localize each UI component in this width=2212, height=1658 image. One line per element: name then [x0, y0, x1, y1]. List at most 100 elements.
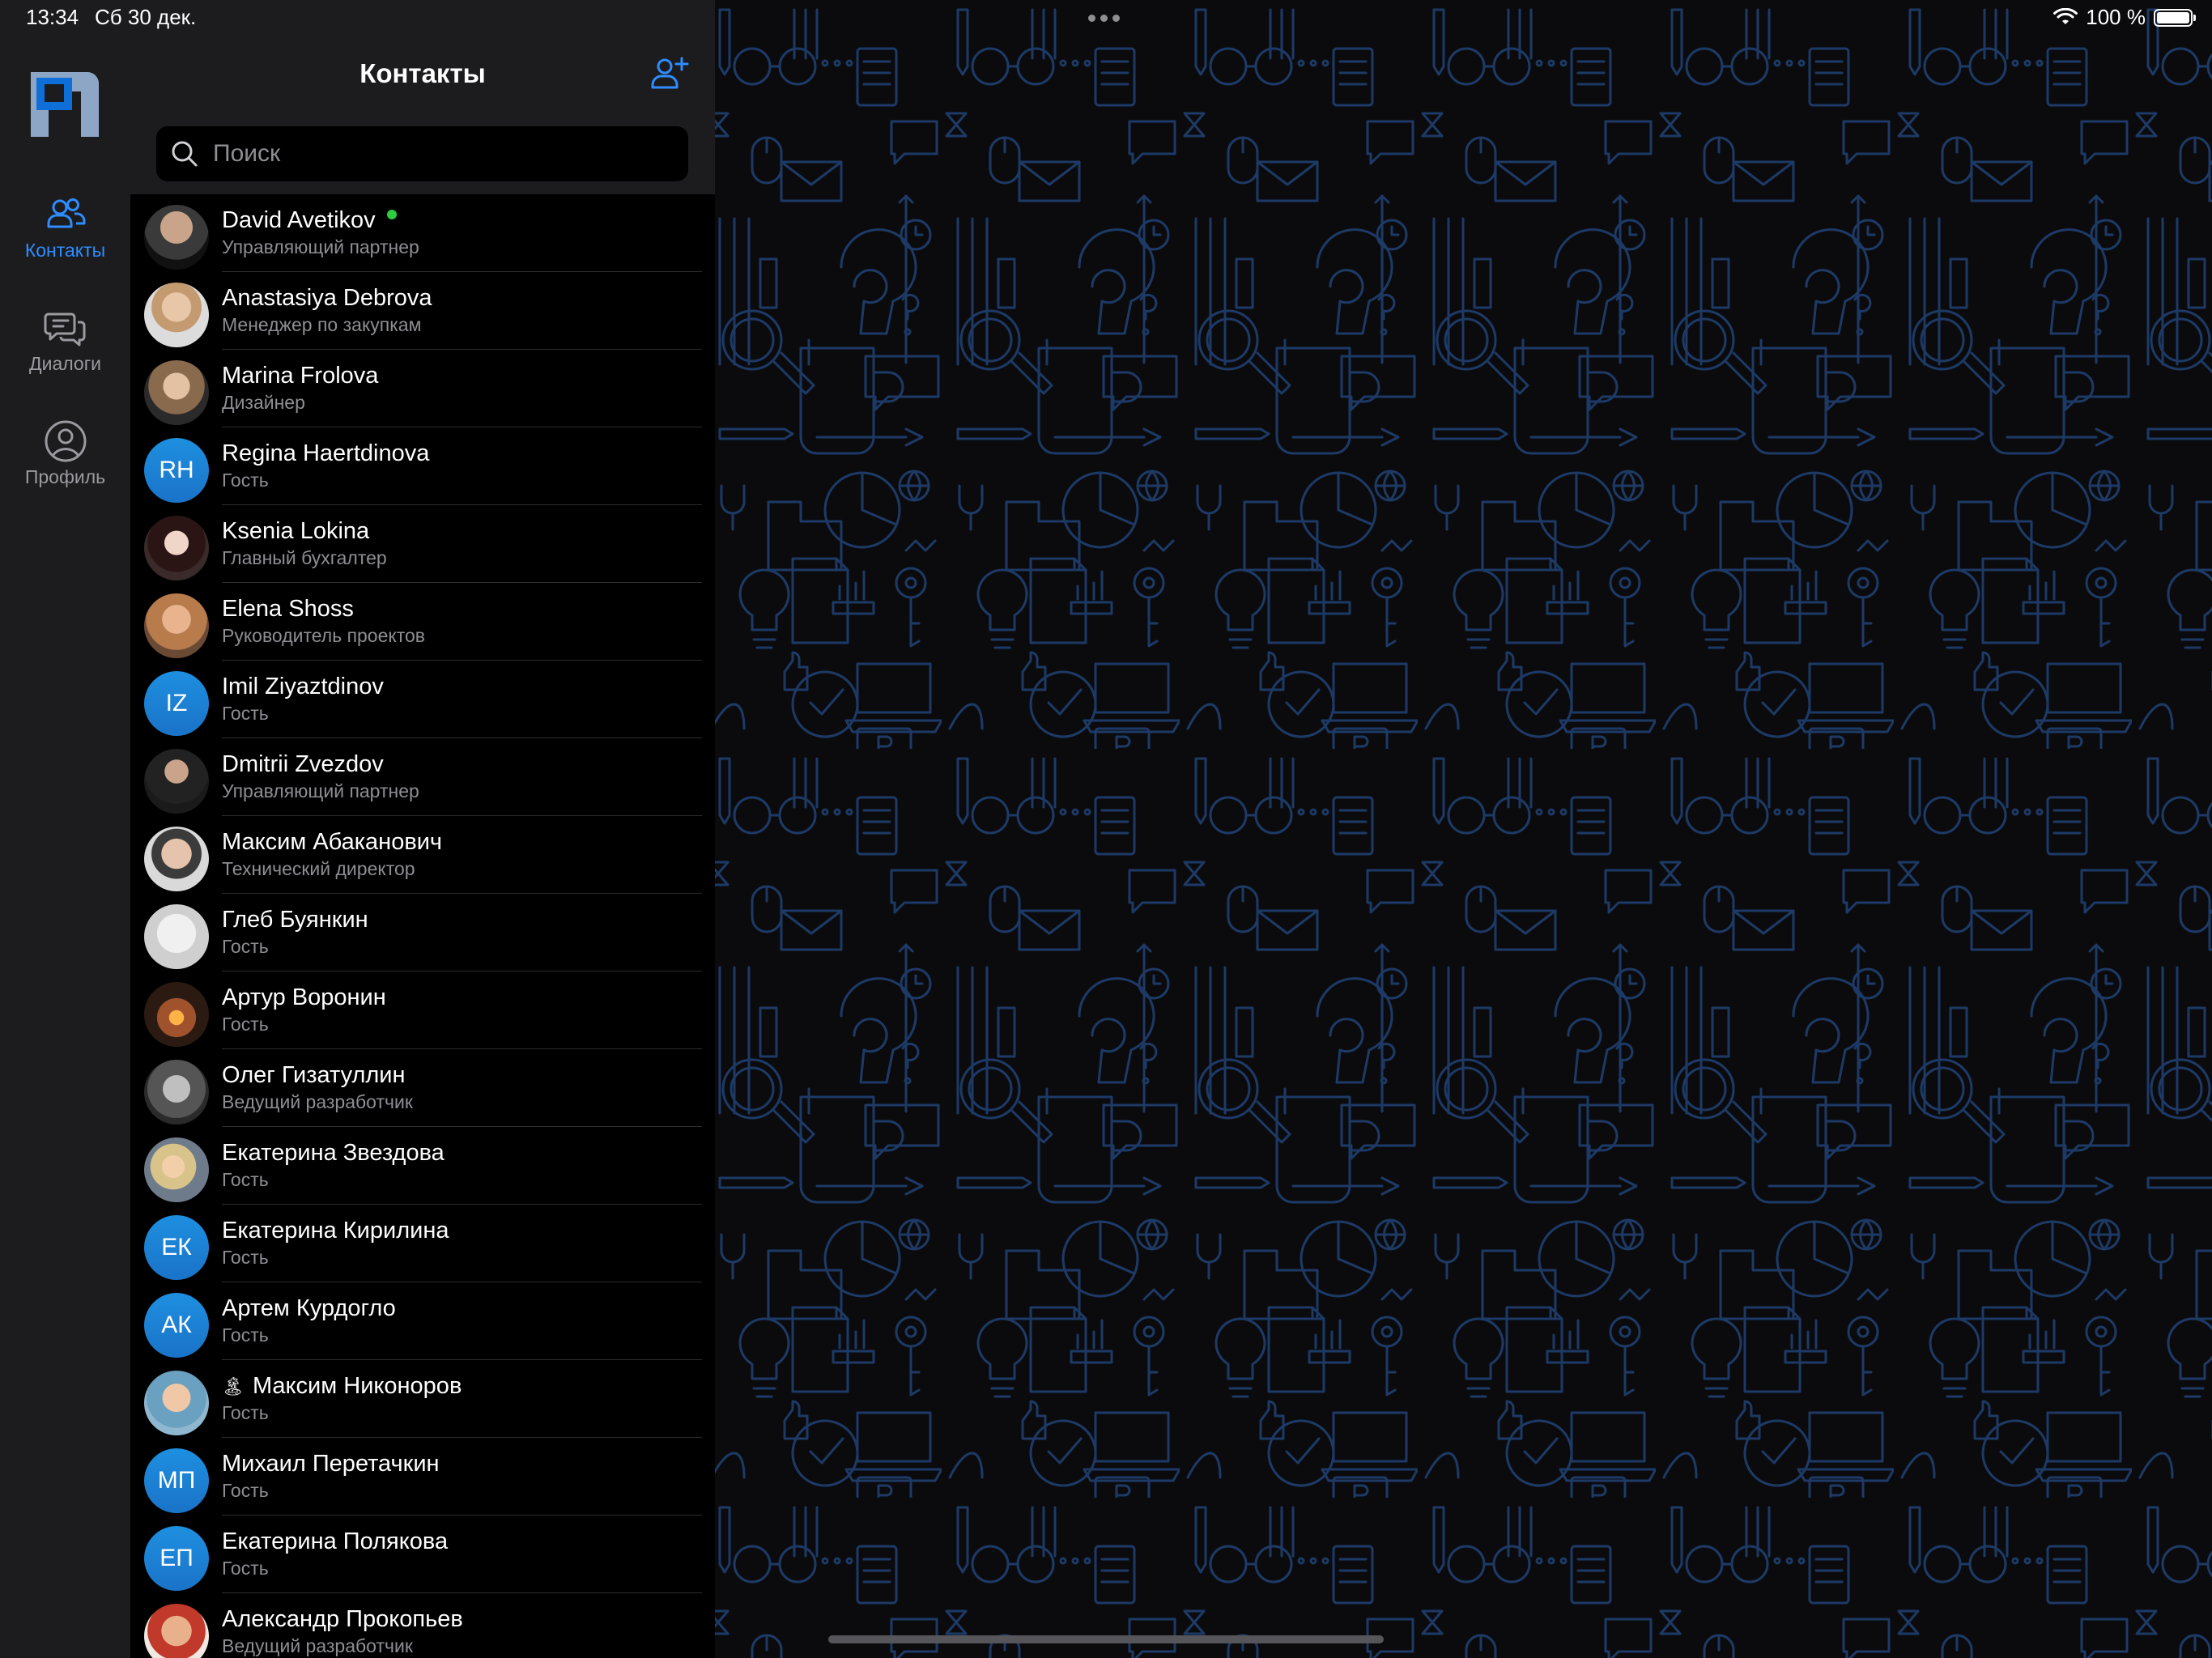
contact-name: Dmitrii Zvezdov [222, 751, 384, 777]
multitasking-menu-icon[interactable] [1088, 15, 1120, 22]
avatar-initials: ЕП [144, 1526, 209, 1591]
home-indicator[interactable] [828, 1635, 1384, 1643]
contact-name-line: Dmitrii Zvezdov [222, 751, 384, 778]
avatar-initials: IZ [144, 671, 209, 736]
battery-icon [2154, 8, 2196, 27]
search-icon [172, 141, 198, 167]
contact-name: Екатерина Кирилина [222, 1218, 449, 1244]
avatar-initials: МП [144, 1448, 209, 1513]
avatar-initials: ЕК [144, 1215, 209, 1280]
avatar-photo [144, 904, 209, 969]
status-time: 13:34 [26, 5, 79, 29]
contact-row[interactable]: МП Михаил Перетачкин Гость [130, 1438, 715, 1516]
contact-name-line: Elena Shoss [222, 596, 354, 623]
dialogs-icon [44, 312, 85, 346]
contacts-panel: Контакты David Avetikov Управляющий партн… [130, 0, 715, 1658]
contact-name-line: David Avetikov [222, 207, 397, 234]
contact-name-line: Александр Прокопьев [222, 1606, 463, 1633]
contact-role: Гость [222, 936, 269, 957]
contact-row[interactable]: David Avetikov Управляющий партнер [130, 194, 715, 272]
rail-item-dialogs[interactable]: Диалоги [0, 304, 130, 375]
contact-row[interactable]: Anastasiya Debrova Менеджер по закупкам [130, 272, 715, 350]
avatar-photo [144, 205, 209, 270]
contact-role: Ведущий разработчик [222, 1091, 413, 1112]
contact-name-line: Екатерина Полякова [222, 1528, 448, 1555]
contact-name: Олег Гизатуллин [222, 1062, 406, 1088]
contact-name: Imil Ziyaztdinov [222, 674, 384, 699]
contact-role: Управляющий партнер [222, 236, 419, 257]
status-bar: 13:34 Сб 30 дек. 100 % [0, 0, 2212, 39]
contact-name: Anastasiya Debrova [222, 285, 432, 311]
online-status-dot [386, 209, 397, 219]
rail-item-label: Диалоги [29, 353, 101, 374]
nav-rail: Контакты Диалоги Профиль [0, 0, 130, 1658]
contact-role: Дизайнер [222, 392, 305, 413]
search-input[interactable] [211, 129, 688, 179]
status-date: Сб 30 дек. [95, 5, 197, 29]
wifi-icon [2053, 7, 2078, 24]
avatar-photo [144, 1060, 209, 1124]
contact-row[interactable]: IZ Imil Ziyaztdinov Гость [130, 661, 715, 738]
search-bar[interactable] [156, 126, 688, 181]
contact-name: Максим Никоноров [252, 1373, 462, 1399]
contact-name: Артур Воронин [222, 984, 386, 1010]
avatar-photo [144, 360, 209, 425]
contact-role: Гость [222, 1169, 269, 1190]
contact-row[interactable]: Elena Shoss Руководитель проектов [130, 583, 715, 661]
contact-name-line: 🏝 Максим Никоноров [222, 1373, 462, 1400]
contact-row[interactable]: 🏝 Максим Никоноров Гость [130, 1360, 715, 1438]
contact-name-line: Олег Гизатуллин [222, 1062, 406, 1089]
contact-name-line: Ksenia Lokina [222, 518, 369, 545]
avatar-photo [144, 827, 209, 891]
contact-name-line: Regina Haertdinova [222, 440, 429, 467]
contact-name-line: Marina Frolova [222, 363, 378, 389]
contact-name-line: Imil Ziyaztdinov [222, 674, 384, 700]
contact-name-line: Екатерина Кирилина [222, 1218, 449, 1244]
contact-row[interactable]: Глеб Буянкин Гость [130, 894, 715, 971]
contact-name-line: Anastasiya Debrova [222, 285, 432, 312]
avatar-initials: RH [144, 438, 209, 503]
contact-name: Екатерина Полякова [222, 1528, 449, 1554]
contact-row[interactable]: Екатерина Звездова Гость [130, 1127, 715, 1205]
contact-row[interactable]: Максим Абаканович Технический директор [130, 816, 715, 894]
rail-item-label: Профиль [24, 466, 106, 487]
page-title: Контакты [359, 58, 486, 88]
contact-role: Гость [222, 1247, 269, 1268]
contact-role: Гость [222, 1014, 269, 1035]
contact-role: Технический директор [222, 858, 415, 879]
contact-row[interactable]: Олег Гизатуллин Ведущий разработчик [130, 1049, 715, 1127]
contact-name: David Avetikov [222, 207, 376, 233]
contact-name-line: Максим Абаканович [222, 829, 442, 856]
avatar-photo [144, 1137, 209, 1202]
contact-role: Гость [222, 703, 269, 724]
rail-item-profile[interactable]: Профиль [0, 418, 130, 488]
contact-role: Управляющий партнер [222, 780, 419, 801]
contact-row[interactable]: ЕК Екатерина Кирилина Гость [130, 1205, 715, 1282]
ipad-screen: 13:34 Сб 30 дек. 100 % Контакты Диалоги … [0, 0, 2212, 1658]
contact-row[interactable]: RH Regina Haertdinova Гость [130, 427, 715, 505]
empty-detail-background [715, 0, 2212, 1658]
contact-row[interactable]: ЕП Екатерина Полякова Гость [130, 1516, 715, 1593]
contact-role: Менеджер по закупкам [222, 314, 422, 335]
contact-row[interactable]: Ksenia Lokina Главный бухгалтер [130, 505, 715, 583]
contact-role: Гость [222, 1480, 269, 1501]
contact-name: Михаил Перетачкин [222, 1451, 440, 1477]
avatar-photo [144, 593, 209, 658]
status-emoji: 🏝 [222, 1375, 245, 1397]
contact-name: Elena Shoss [222, 596, 354, 622]
contact-role: Гость [222, 1324, 269, 1346]
add-contact-icon[interactable] [649, 53, 689, 94]
contact-row[interactable]: Артур Воронин Гость [130, 971, 715, 1049]
contact-name: Артем Курдогло [222, 1295, 396, 1321]
contact-role: Ведущий разработчик [222, 1635, 413, 1656]
contact-name-line: Артур Воронин [222, 984, 386, 1011]
avatar-photo [144, 1371, 209, 1435]
contact-row[interactable]: Marina Frolova Дизайнер [130, 350, 715, 427]
contact-row[interactable]: АК Артем Курдогло Гость [130, 1282, 715, 1360]
contact-row[interactable]: Dmitrii Zvezdov Управляющий партнер [130, 738, 715, 816]
avatar-photo [144, 516, 209, 580]
contact-row[interactable]: Александр Прокопьев Ведущий разработчик [130, 1593, 715, 1658]
contact-role: Гость [222, 1558, 269, 1579]
rail-item-contacts[interactable]: Контакты [0, 191, 130, 261]
contact-role: Руководитель проектов [222, 625, 426, 646]
